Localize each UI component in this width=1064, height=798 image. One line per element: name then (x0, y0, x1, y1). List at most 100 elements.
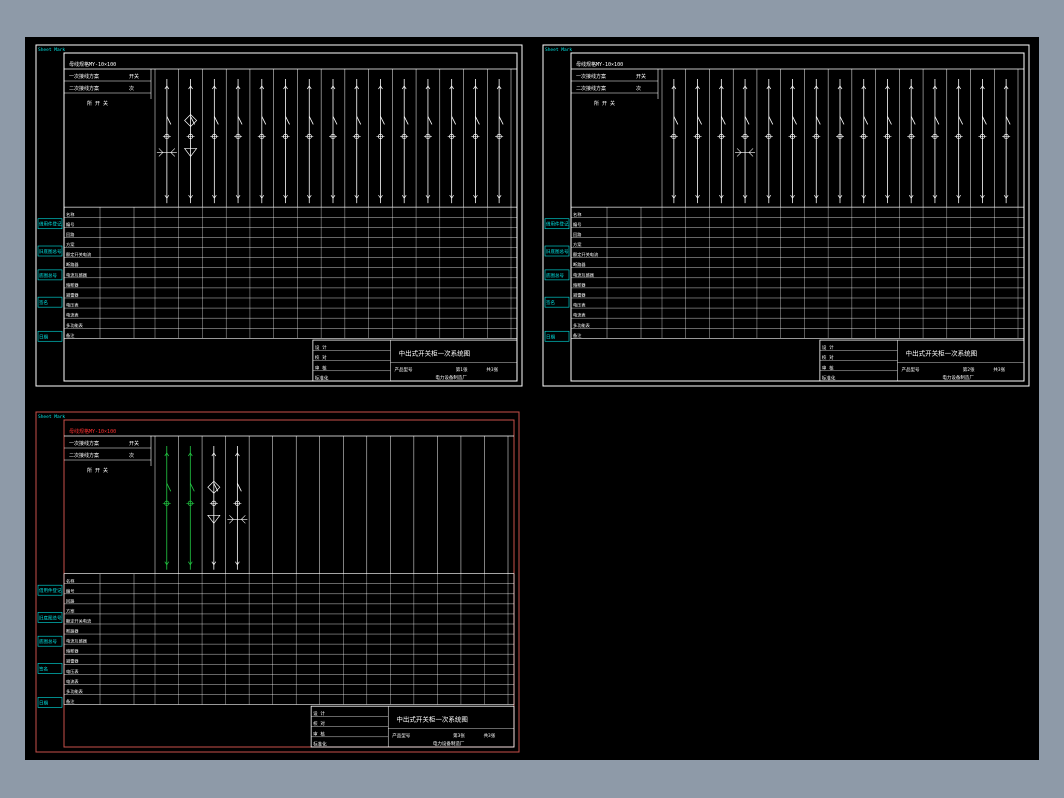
row-label: 电压表 (573, 302, 586, 309)
breaker-icon (213, 116, 219, 125)
secondary-suffix: 次 (636, 85, 641, 92)
breaker-icon (768, 116, 774, 125)
row-label: 电流互感器 (573, 271, 595, 278)
row-label: 额定开关电流 (66, 617, 92, 624)
sheet-total: 共3张 (486, 366, 498, 373)
data-table (570, 206, 1025, 339)
row-label: 多功能表 (573, 322, 591, 329)
inner-frame (570, 52, 1025, 382)
row-label: 断路器 (66, 261, 79, 268)
data-table (63, 206, 518, 339)
left-tag-label: 底图总号 (546, 272, 564, 279)
left-tag-label: 日期 (39, 334, 48, 340)
title-row-label: 标准化 (313, 741, 327, 748)
row-label: 电压表 (66, 668, 79, 675)
sheet-2: Sheet Mark 借用件登记旧底图总号底图总号签名日期 母线规格MY-10×10… (542, 44, 1030, 387)
row-label: 名称 (66, 211, 74, 218)
breaker-icon (237, 116, 243, 125)
title-row-label: 标准化 (822, 375, 836, 382)
left-tag-label: 旧底图总号 (546, 248, 569, 255)
breaker-icon (332, 116, 338, 125)
breaker-icon (237, 483, 242, 492)
busbar-label: 母线规格MY-10×100 (576, 61, 623, 68)
row-label: 回路 (66, 597, 75, 604)
breaker-icon (356, 116, 362, 125)
row-label: 多功能表 (66, 688, 84, 695)
drawing-number: 产品型号 (395, 366, 413, 373)
company-name: 电力设备制造厂 (942, 374, 974, 381)
drawing-title: 中出式开关柜一次系统图 (906, 349, 978, 358)
sheet-number: 第2张 (963, 366, 975, 373)
row-label: 电流表 (66, 678, 79, 685)
row-label: 熔断器 (573, 281, 586, 288)
cad-drawing-canvas[interactable]: Sheet Mark 借用件登记 旧底图总号 底图总号 签名 日期 母线规格MY-10×10… (25, 37, 1039, 760)
outer-frame (542, 44, 1030, 387)
left-tag-label: 借用件登记 (39, 221, 62, 228)
inner-frame (63, 52, 518, 382)
inner-frame (63, 419, 515, 748)
breaker-icon (261, 116, 267, 125)
sheet-total: 共3张 (993, 366, 1005, 373)
breaker-icon (380, 116, 385, 125)
title-row-label: 设 计 (313, 710, 325, 717)
branch-suffix: 开关 (636, 73, 646, 80)
sheet-total: 共3张 (484, 732, 496, 739)
left-tag-label: 签名 (546, 299, 555, 306)
row-label: 避雷器 (66, 658, 79, 665)
left-tag-label: 底图总号 (39, 638, 57, 645)
row-label: 额定开关电流 (573, 251, 599, 258)
title-row-label: 审 核 (315, 364, 327, 371)
row-label: 多功能表 (66, 322, 84, 329)
breaker-icon (308, 116, 314, 125)
breaker-icon (958, 116, 964, 125)
drawing-title: 中出式开关柜一次系统图 (399, 349, 471, 358)
row-label: 断路器 (573, 261, 586, 268)
breaker-icon (427, 116, 433, 125)
company-name: 电力设备制造厂 (435, 374, 467, 381)
sheet-mark: Sheet Mark (545, 47, 572, 53)
row-label: 回路 (66, 231, 75, 238)
secondary-scheme-label: 二次接线方案 (576, 85, 606, 92)
row-label: 避雷器 (66, 291, 79, 298)
left-tag-label: 日期 (546, 334, 555, 340)
left-tag-label: 底图总号 (39, 272, 57, 279)
row-label: 电流表 (66, 312, 79, 319)
sheet-mark: Sheet Mark (38, 414, 65, 420)
breaker-icon (934, 116, 940, 125)
left-tag-label: 签名 (39, 665, 48, 672)
outer-frame (35, 411, 520, 753)
unit-label: 所 开 关 (87, 100, 108, 107)
data-table (63, 573, 515, 705)
breaker-icon (744, 116, 750, 125)
secondary-scheme-label: 二次接线方案 (69, 85, 99, 92)
breaker-icon (451, 116, 457, 125)
drawing-svg: Sheet Mark借用件登记旧底图总号底图总号签名日期母线规格MY-10×10… (35, 44, 1030, 753)
outer-frame (35, 44, 523, 387)
title-row-label: 校 对 (822, 354, 834, 361)
breaker-icon (839, 116, 845, 125)
breaker-icon (403, 116, 409, 125)
secondary-suffix: 次 (129, 452, 134, 459)
breaker-icon (189, 483, 195, 492)
title-row-label: 审 核 (313, 730, 325, 737)
breaker-icon (815, 116, 821, 125)
row-label: 电压表 (66, 302, 79, 309)
title-row-label: 审 核 (822, 364, 834, 371)
breaker-icon (910, 116, 916, 125)
row-label: 电流互感器 (66, 271, 88, 278)
branch-suffix: 开关 (129, 440, 139, 447)
busbar-label: 母线规格MY-10×100 (69, 61, 116, 68)
breaker-icon (285, 116, 290, 125)
row-label: 避雷器 (573, 291, 586, 298)
drawing-number: 产品型号 (902, 366, 920, 373)
sheet-number: 第3张 (453, 732, 465, 739)
secondary-suffix: 次 (129, 85, 134, 92)
row-label: 编号 (66, 221, 74, 228)
row-label: 备注 (573, 332, 582, 339)
breaker-icon (887, 116, 892, 125)
title-row-label: 标准化 (315, 375, 329, 382)
breaker-icon (982, 116, 987, 125)
breaker-icon (1005, 116, 1011, 125)
unit-label: 所 开 关 (87, 467, 108, 474)
left-tag-label: 旧底图总号 (39, 248, 62, 255)
